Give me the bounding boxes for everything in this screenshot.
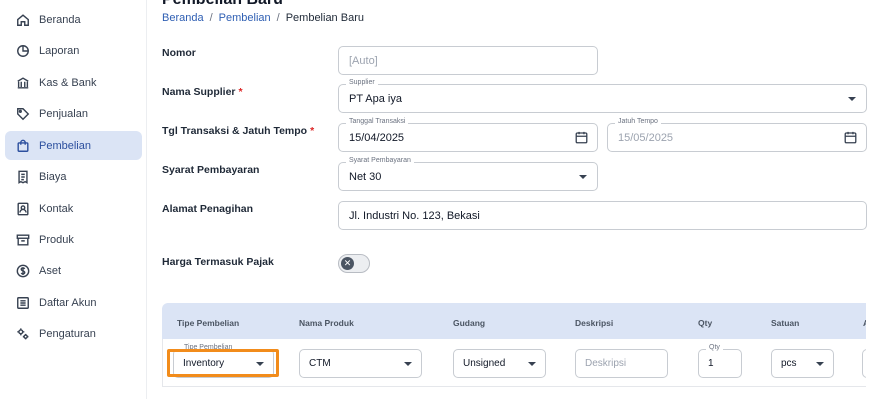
tanggal-float-label: Tanggal Transaksi — [346, 118, 409, 125]
breadcrumb: Beranda / Pembelian / Pembelian Baru — [162, 12, 364, 24]
satuan-select[interactable]: pcs — [771, 349, 834, 378]
tanggal-value: 15/04/2025 — [349, 131, 405, 144]
sidebar-item-biaya[interactable]: Biaya — [5, 162, 142, 191]
supplier-float-label: Supplier — [346, 79, 378, 86]
supplier-value: PT Apa iya — [349, 92, 402, 105]
pajak-label: Harga Termasuk Pajak — [162, 256, 274, 268]
supplier-label-text: Nama Supplier — [162, 86, 236, 98]
sidebar-item-label: Kas & Bank — [39, 76, 97, 89]
deskripsi-placeholder: Deskripsi — [585, 358, 627, 369]
pajak-toggle[interactable]: ✕ — [338, 254, 370, 273]
sidebar-item-daftar-akun[interactable]: Daftar Akun — [5, 288, 142, 317]
sidebar-item-label: Pembelian — [39, 139, 91, 152]
pie-chart-icon — [16, 44, 30, 58]
breadcrumb-current: Pembelian Baru — [285, 12, 364, 24]
tanggal-label-text: Tgl Transaksi & Jatuh Tempo — [162, 125, 308, 137]
column-header: Qty — [698, 318, 713, 328]
sidebar-item-penjualan[interactable]: Penjualan — [5, 99, 142, 128]
dollar-circle-icon — [16, 264, 30, 278]
chevron-down-icon — [528, 362, 536, 366]
chevron-down-icon — [816, 362, 824, 366]
sidebar-item-beranda[interactable]: Beranda — [5, 5, 142, 34]
sidebar-item-produk[interactable]: Produk — [5, 225, 142, 254]
produk-value: CTM — [309, 358, 331, 369]
contact-book-icon — [16, 202, 30, 216]
table-clip — [866, 303, 882, 399]
page-title: Pembelian Baru — [162, 0, 283, 9]
nama-produk-select[interactable]: CTM — [299, 349, 422, 378]
sidebar-item-label: Produk — [39, 233, 74, 246]
tanggal-transaksi-input[interactable]: Tanggal Transaksi 15/04/2025 — [338, 118, 598, 152]
sidebar-item-pengaturan[interactable]: Pengaturan — [5, 319, 142, 348]
deskripsi-input[interactable]: Deskripsi — [575, 349, 668, 378]
sidebar-item-label: Biaya — [39, 170, 67, 183]
column-header: Nama Produk — [299, 318, 354, 328]
supplier-select[interactable]: Supplier PT Apa iya — [338, 79, 867, 113]
sidebar: Beranda Laporan Kas & Bank Penjualan Pem… — [0, 0, 147, 399]
syarat-pembayaran-select[interactable]: Syarat Pembayaran Net 30 — [338, 157, 598, 191]
home-icon — [16, 13, 30, 27]
list-icon — [16, 296, 30, 310]
archive-box-icon — [16, 233, 30, 247]
bank-icon — [16, 76, 30, 90]
sidebar-item-aset[interactable]: Aset — [5, 256, 142, 285]
syarat-label: Syarat Pembayaran — [162, 164, 260, 176]
nomor-label: Nomor — [162, 47, 196, 59]
satuan-value: pcs — [781, 358, 797, 369]
gears-icon — [16, 327, 30, 341]
column-header: Satuan — [771, 318, 800, 328]
breadcrumb-separator: / — [209, 12, 213, 24]
breadcrumb-separator: / — [276, 12, 280, 24]
sidebar-item-kas-bank[interactable]: Kas & Bank — [5, 68, 142, 97]
sidebar-item-label: Laporan — [39, 44, 80, 57]
qty-input[interactable]: Qty 1 — [698, 344, 742, 378]
chevron-down-icon — [404, 362, 412, 366]
syarat-value: Net 30 — [349, 170, 382, 183]
focus-highlight — [167, 349, 279, 377]
nomor-input[interactable]: [Auto] — [338, 46, 598, 75]
jatuh-tempo-float-label: Jatuh Tempo — [615, 118, 661, 125]
sidebar-item-pembelian[interactable]: Pembelian — [5, 131, 142, 160]
sidebar-item-label: Daftar Akun — [39, 296, 97, 309]
tanggal-label: Tgl Transaksi & Jatuh Tempo * — [162, 125, 314, 137]
supplier-label: Nama Supplier * — [162, 86, 243, 98]
calendar-icon[interactable] — [844, 131, 857, 144]
required-mark: * — [310, 125, 315, 137]
syarat-float-label: Syarat Pembayaran — [346, 157, 414, 164]
alamat-input[interactable]: Jl. Industri No. 123, Bekasi — [338, 201, 867, 230]
shopping-bag-icon — [16, 139, 30, 153]
tag-icon — [16, 107, 30, 121]
qty-value: 1 — [708, 358, 714, 369]
breadcrumb-home-link[interactable]: Beranda — [162, 12, 204, 24]
chevron-down-icon — [579, 175, 587, 179]
jatuh-tempo-value: 15/05/2025 — [618, 131, 674, 144]
alamat-value: Jl. Industri No. 123, Bekasi — [349, 209, 480, 222]
chevron-down-icon — [848, 97, 856, 101]
sidebar-item-kontak[interactable]: Kontak — [5, 194, 142, 223]
breadcrumb-pembelian-link[interactable]: Pembelian — [219, 12, 271, 24]
sidebar-item-label: Penjualan — [39, 107, 88, 120]
sidebar-item-label: Aset — [39, 264, 62, 277]
qty-float-label: Qty — [706, 344, 723, 351]
close-icon: ✕ — [341, 257, 354, 270]
gudang-value: Unsigned — [463, 358, 506, 369]
column-header: Deskripsi — [575, 318, 614, 328]
required-mark: * — [238, 86, 243, 98]
sidebar-item-label: Beranda — [39, 13, 81, 26]
alamat-label: Alamat Penagihan — [162, 203, 254, 215]
sidebar-item-laporan[interactable]: Laporan — [5, 36, 142, 65]
gudang-select[interactable]: Unsigned — [453, 349, 546, 378]
column-header: Tipe Pembelian — [177, 318, 240, 328]
nomor-placeholder: [Auto] — [349, 54, 378, 67]
jatuh-tempo-input[interactable]: Jatuh Tempo 15/05/2025 — [607, 118, 867, 152]
receipt-icon — [16, 170, 30, 184]
sidebar-item-label: Kontak — [39, 202, 74, 215]
table-header: Tipe Pembelian Nama Produk Gudang Deskri… — [162, 303, 869, 339]
column-header: Gudang — [453, 318, 486, 328]
sidebar-item-label: Pengaturan — [39, 327, 96, 340]
calendar-icon[interactable] — [575, 131, 588, 144]
